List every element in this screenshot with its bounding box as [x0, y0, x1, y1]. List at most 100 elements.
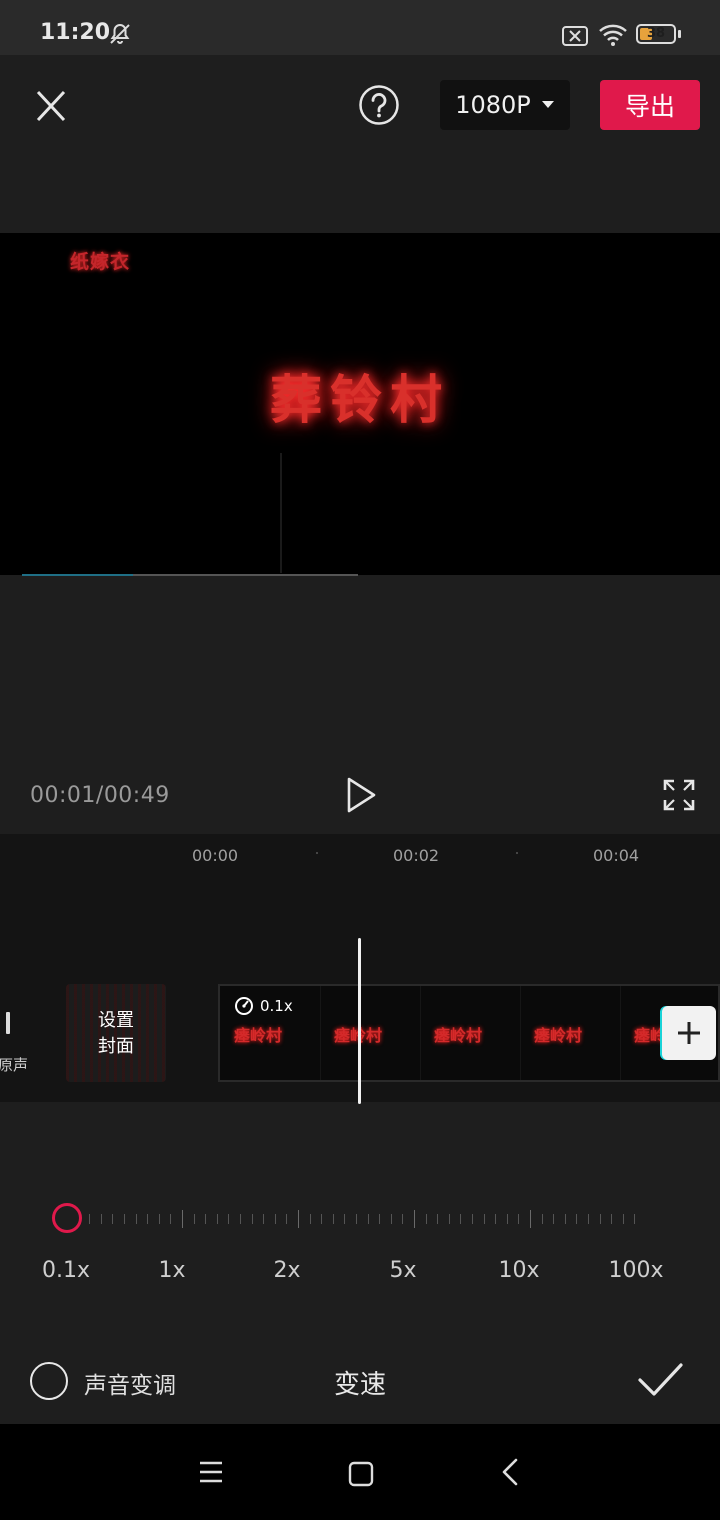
slider-tick [286, 1214, 287, 1224]
ruler-dot [316, 852, 318, 854]
add-clip-button[interactable] [662, 1006, 716, 1060]
speed-slider[interactable] [66, 1210, 636, 1228]
slider-tick [402, 1214, 403, 1224]
slider-tick [623, 1214, 624, 1224]
speed-label[interactable]: 10x [479, 1258, 559, 1283]
slider-tick [275, 1214, 276, 1224]
playback-time: 00:01/00:49 [30, 783, 170, 808]
cover-label-line: 封面 [98, 1036, 134, 1057]
slider-tick [611, 1214, 612, 1224]
clip-frame-text: 瘗岭村 [434, 1026, 483, 1045]
slider-tick [298, 1210, 299, 1228]
close-icon[interactable] [30, 88, 72, 124]
slider-tick [333, 1214, 334, 1224]
timeline-playhead[interactable] [358, 938, 361, 1104]
slider-tick [449, 1214, 450, 1224]
set-cover-label: 设置 封面 [66, 1008, 166, 1060]
speed-slider-knob[interactable] [52, 1203, 82, 1233]
slider-tick [356, 1214, 357, 1224]
frame-divider [420, 986, 421, 1080]
slider-tick [565, 1214, 566, 1224]
check-icon[interactable] [636, 1360, 684, 1400]
clip-speed-badge: 0.1x [234, 996, 293, 1016]
ruler-label: 00:00 [192, 846, 239, 865]
slider-tick [205, 1214, 206, 1224]
wifi-icon [599, 24, 627, 46]
battery-tip [678, 30, 681, 38]
slider-tick [495, 1214, 496, 1224]
slider-tick [600, 1214, 601, 1224]
slider-tick [344, 1214, 345, 1224]
slider-tick [252, 1214, 253, 1224]
frame-divider [320, 986, 321, 1080]
bell-muted-icon [110, 23, 130, 44]
slider-tick [194, 1214, 195, 1224]
set-cover-button[interactable]: 设置 封面 [66, 984, 166, 1082]
slider-tick [634, 1214, 635, 1224]
slider-tick [437, 1214, 438, 1224]
ruler-label: 00:02 [393, 846, 440, 865]
export-button[interactable]: 导出 [600, 80, 700, 130]
clip-frame-text: 瘗岭村 [534, 1026, 583, 1045]
speed-label[interactable]: 100x [596, 1258, 676, 1283]
slider-tick [576, 1214, 577, 1224]
slider-tick [414, 1210, 415, 1228]
slider-tick [228, 1214, 229, 1224]
speed-label[interactable]: 2x [247, 1258, 327, 1283]
slider-tick [368, 1214, 369, 1224]
ruler-dot [516, 852, 518, 854]
clip-speed-value: 0.1x [260, 997, 293, 1015]
slider-tick [182, 1210, 183, 1228]
back-icon[interactable] [500, 1458, 520, 1486]
slider-tick [89, 1214, 90, 1224]
slider-tick [310, 1214, 311, 1224]
cover-label-line: 设置 [98, 1010, 134, 1031]
slider-tick [321, 1214, 322, 1224]
slider-tick [379, 1214, 380, 1224]
clip-frame-text: 瘗岭村 [234, 1026, 283, 1045]
video-clip[interactable]: 0.1x 瘗岭村 瘗岭村 瘗岭村 瘗岭村 瘗岭 [218, 984, 720, 1082]
preview-logo-text: 纸嫁衣 [70, 251, 131, 273]
slider-tick [136, 1214, 137, 1224]
battery-indicator: 38 [636, 24, 676, 44]
menu-icon[interactable] [198, 1460, 224, 1484]
slider-tick [553, 1214, 554, 1224]
resolution-dropdown[interactable]: 1080P [440, 80, 570, 130]
slider-tick [472, 1214, 473, 1224]
slider-tick [530, 1210, 531, 1228]
battery-level: 38 [646, 26, 666, 41]
ruler-label: 00:04 [593, 846, 640, 865]
slider-tick [124, 1214, 125, 1224]
slider-tick [112, 1214, 113, 1224]
slider-tick [159, 1214, 160, 1224]
slider-tick [484, 1214, 485, 1224]
preview-decor-line [280, 453, 282, 573]
home-icon[interactable] [348, 1461, 374, 1487]
frame-divider [620, 986, 621, 1080]
slider-tick [217, 1214, 218, 1224]
slider-tick [542, 1214, 543, 1224]
fullscreen-icon[interactable] [662, 778, 696, 812]
slider-tick [588, 1214, 589, 1224]
audio-waveform-icon [6, 1012, 10, 1034]
slider-tick [426, 1214, 427, 1224]
original-audio-label: 原声 [0, 1056, 29, 1074]
help-icon[interactable] [358, 84, 400, 126]
speed-label[interactable]: 1x [132, 1258, 212, 1283]
preview-title-text: 葬铃村 [269, 371, 450, 431]
frame-divider [520, 986, 521, 1080]
speed-gauge-icon [235, 997, 253, 1015]
video-preview[interactable]: 纸嫁衣 葬铃村 [0, 233, 720, 575]
slider-tick [518, 1214, 519, 1224]
slider-tick [391, 1214, 392, 1224]
play-icon[interactable] [344, 776, 378, 814]
speed-label[interactable]: 0.1x [26, 1258, 106, 1283]
preview-progress-fill [22, 574, 133, 576]
plus-icon [678, 1022, 700, 1044]
caret-down-icon [541, 101, 554, 108]
slider-tick [101, 1214, 102, 1224]
slider-tick [240, 1214, 241, 1224]
slider-tick [460, 1214, 461, 1224]
speed-label[interactable]: 5x [363, 1258, 443, 1283]
panel-title: 变速 [333, 1370, 386, 1400]
